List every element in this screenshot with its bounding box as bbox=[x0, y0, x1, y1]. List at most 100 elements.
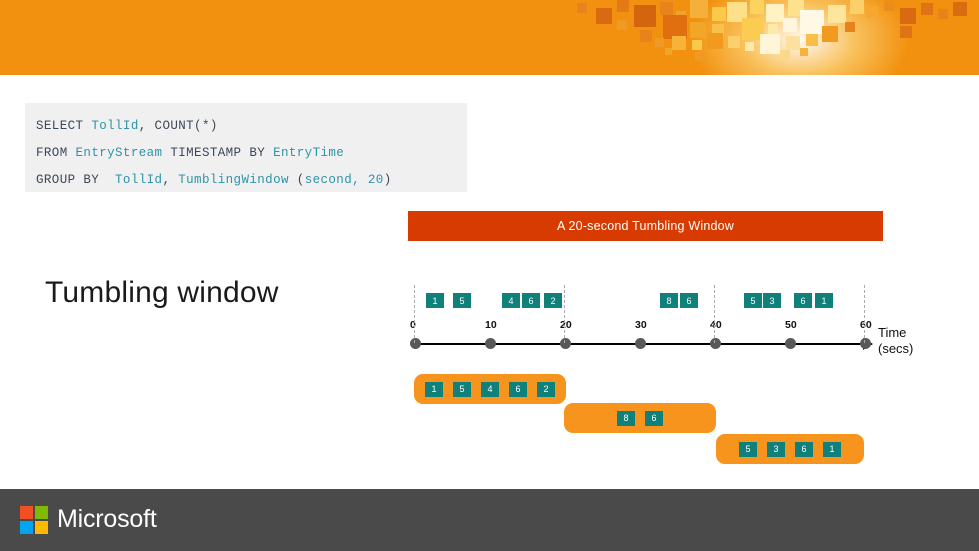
code-token: TumblingWindow bbox=[178, 173, 289, 187]
timeline-tick-dot bbox=[635, 338, 646, 349]
code-token: EntryTime bbox=[273, 146, 345, 160]
timeline-tick-label: 60 bbox=[860, 319, 872, 331]
logo-square-yellow bbox=[35, 521, 48, 534]
result-event-badge: 2 bbox=[537, 381, 555, 397]
window-result-group: 86 bbox=[564, 403, 716, 433]
timeline-diagram: Time (secs) 0 10 20 30 40 50 60 15462865361 bbox=[408, 255, 913, 370]
decorative-square bbox=[577, 3, 587, 13]
result-event-badge: 4 bbox=[481, 381, 499, 397]
decorative-square bbox=[850, 0, 864, 14]
decorative-square bbox=[660, 2, 673, 15]
timeline-tick-label: 30 bbox=[635, 319, 647, 331]
code-line-2: FROM EntryStream TIMESTAMP BY EntryTime bbox=[25, 140, 467, 167]
timeline-tick-dot bbox=[860, 338, 871, 349]
timeline-event-badge: 6 bbox=[794, 293, 812, 308]
timeline-axis-label-line1: Time bbox=[878, 325, 907, 340]
code-token: FROM bbox=[36, 146, 76, 160]
code-token: TollId bbox=[115, 173, 163, 187]
microsoft-wordmark: Microsoft bbox=[57, 505, 157, 533]
timeline-tick-dot bbox=[560, 338, 571, 349]
code-token: GROUP BY bbox=[36, 173, 116, 187]
decorative-square bbox=[665, 48, 672, 55]
decorative-square bbox=[634, 5, 656, 27]
decorative-square bbox=[786, 36, 800, 50]
logo-square-red bbox=[20, 506, 33, 519]
timeline-event-badge: 6 bbox=[522, 293, 540, 308]
page-title: Tumbling window bbox=[45, 276, 279, 309]
decorative-square bbox=[938, 9, 948, 19]
timeline-tick-dot bbox=[785, 338, 796, 349]
decorative-square bbox=[690, 0, 708, 18]
decorative-square bbox=[866, 6, 878, 18]
decorative-square bbox=[828, 5, 846, 23]
decorative-square bbox=[921, 3, 933, 15]
timeline-event-badge: 1 bbox=[815, 293, 833, 308]
window-boundary-line bbox=[564, 285, 565, 343]
decorative-square bbox=[800, 10, 824, 34]
result-event-badge: 6 bbox=[509, 381, 527, 397]
decorative-square bbox=[617, 20, 627, 30]
decorative-square bbox=[707, 33, 723, 49]
timeline-tick-dot bbox=[710, 338, 721, 349]
microsoft-logo-icon bbox=[20, 506, 48, 534]
decorative-square bbox=[596, 8, 612, 24]
window-boundary-line bbox=[714, 285, 715, 343]
code-token: ) bbox=[383, 173, 392, 187]
decorative-square bbox=[655, 38, 664, 47]
decorative-square bbox=[672, 36, 686, 50]
decorative-square bbox=[822, 26, 838, 42]
timeline-event-badge: 2 bbox=[544, 293, 562, 308]
decorative-square bbox=[640, 30, 652, 42]
timeline-event-badge: 5 bbox=[453, 293, 471, 308]
code-line-3: GROUP BY TollId, TumblingWindow (second,… bbox=[25, 167, 467, 194]
result-event-badge: 8 bbox=[617, 410, 635, 426]
timeline-event-badge: 8 bbox=[660, 293, 678, 308]
code-token: , COUNT(*) bbox=[138, 119, 218, 133]
decorative-square bbox=[745, 42, 754, 51]
timeline-tick-dot bbox=[410, 338, 421, 349]
result-event-badge: 1 bbox=[425, 381, 443, 397]
result-event-badge: 6 bbox=[795, 441, 813, 457]
result-event-badge: 1 bbox=[823, 441, 841, 457]
timeline-event-badge: 6 bbox=[680, 293, 698, 308]
slide-header-banner bbox=[0, 0, 979, 75]
code-line-1: SELECT TollId, COUNT(*) bbox=[25, 113, 467, 140]
timeline-event-badge: 4 bbox=[502, 293, 520, 308]
timeline-event-badge: 5 bbox=[744, 293, 762, 308]
timeline-event-badge: 1 bbox=[426, 293, 444, 308]
result-event-badge: 5 bbox=[453, 381, 471, 397]
timeline-axis-label-line2: (secs) bbox=[878, 341, 914, 356]
decorative-square bbox=[766, 4, 784, 22]
timeline-tick-label: 10 bbox=[485, 319, 497, 331]
logo-square-blue bbox=[20, 521, 33, 534]
code-token: SELECT bbox=[36, 119, 92, 133]
decorative-square bbox=[768, 24, 778, 34]
timeline-tick-label: 40 bbox=[710, 319, 722, 331]
decorative-square bbox=[712, 7, 726, 21]
result-event-badge: 5 bbox=[739, 441, 757, 457]
timeline-tick-label: 20 bbox=[560, 319, 572, 331]
decorative-square bbox=[845, 22, 855, 32]
decorative-square bbox=[884, 1, 894, 11]
timeline-event-badge: 3 bbox=[763, 293, 781, 308]
window-result-group: 15462 bbox=[414, 374, 566, 404]
window-boundary-line bbox=[414, 285, 415, 343]
decorative-square bbox=[692, 40, 702, 50]
decorative-square bbox=[760, 34, 780, 54]
window-result-group: 5361 bbox=[716, 434, 864, 464]
result-event-badge: 3 bbox=[767, 441, 785, 457]
code-token: , bbox=[162, 173, 179, 187]
code-token: TollId bbox=[91, 119, 139, 133]
window-banner-label: A 20-second Tumbling Window bbox=[408, 211, 883, 241]
decorative-square bbox=[690, 22, 706, 38]
decorative-square bbox=[800, 48, 808, 56]
decorative-square bbox=[783, 18, 797, 32]
timeline-axis-label: Time (secs) bbox=[878, 325, 913, 357]
code-token: second, 20 bbox=[304, 173, 384, 187]
decorative-square bbox=[900, 26, 912, 38]
decorative-square bbox=[806, 34, 818, 46]
result-event-badge: 6 bbox=[645, 410, 663, 426]
decorative-square bbox=[953, 2, 967, 16]
decorative-square bbox=[728, 36, 740, 48]
code-token: EntryStream bbox=[75, 146, 163, 160]
